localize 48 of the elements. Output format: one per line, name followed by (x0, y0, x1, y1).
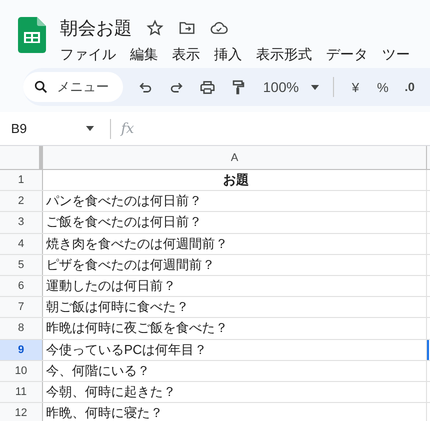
menu-item[interactable]: 表示形式 (250, 44, 318, 66)
menu-search-field[interactable]: メニュー (23, 72, 123, 102)
row-header[interactable]: 10 (0, 360, 43, 381)
document-title[interactable]: 朝会お題 (60, 16, 132, 40)
star-icon[interactable] (146, 19, 164, 37)
cloud-check-icon[interactable] (210, 19, 228, 37)
row-header[interactable]: 9 (0, 340, 43, 360)
sheets-logo-icon[interactable] (18, 17, 46, 53)
row-header[interactable]: 12 (0, 403, 43, 421)
menu-item[interactable]: 挿入 (208, 44, 248, 66)
menu-item[interactable]: ツー (376, 44, 416, 66)
table-cell: 今使っているPCは何年目？ (43, 340, 427, 360)
menu-item[interactable]: 編集 (124, 44, 164, 66)
menu-item[interactable]: 表示 (166, 44, 206, 66)
table-cell: ご飯を食べたのは何日前？ (43, 212, 427, 233)
table-cell: 朝ご飯は何時に食べた？ (43, 297, 427, 318)
caret-icon[interactable] (86, 126, 94, 131)
table-cell: お題 (43, 170, 427, 190)
row-header[interactable]: 4 (0, 234, 43, 254)
table-cell: パンを食べたのは何日前？ (43, 191, 427, 212)
table-cell: 今朝、何時に起きた？ (43, 382, 427, 402)
row-header[interactable]: 2 (0, 191, 43, 212)
caret-icon (310, 84, 319, 90)
row-header[interactable]: 5 (0, 254, 43, 275)
search-icon (33, 79, 49, 95)
table-cell: 焼き肉を食べたのは何週間前？ (43, 234, 427, 254)
menu-item[interactable]: データ (320, 44, 374, 66)
row-header[interactable]: 8 (0, 318, 43, 338)
name-box[interactable]: B9 (0, 121, 86, 136)
row-header[interactable]: 3 (0, 212, 43, 233)
menu-item[interactable]: ファイル (54, 44, 122, 66)
formula-icon: fx (121, 120, 134, 136)
move-folder-icon[interactable] (178, 19, 196, 37)
currency-format-button[interactable]: ¥ (352, 80, 360, 94)
row-header[interactable]: 6 (0, 276, 43, 296)
decrease-decimal-button[interactable]: .0 (404, 80, 415, 94)
table-cell: 昨晩は何時に夜ご飯を食べた？ (43, 318, 427, 338)
row-header[interactable]: 11 (0, 382, 43, 402)
row-header[interactable]: 7 (0, 297, 43, 318)
print-icon[interactable] (199, 78, 216, 96)
percent-format-button[interactable]: % (377, 80, 389, 94)
zoom-select[interactable]: 100% (263, 79, 319, 95)
table-cell: ピザを食べたのは何週間前？ (43, 254, 427, 275)
row-header[interactable]: 1 (0, 170, 43, 190)
paint-roller-icon[interactable] (230, 78, 247, 96)
table-cell: 昨晩、何時に寝た？ (43, 403, 427, 421)
table-cell: 今、何階にいる？ (43, 360, 427, 381)
table-cell: 運動したのは何日前？ (43, 276, 427, 296)
